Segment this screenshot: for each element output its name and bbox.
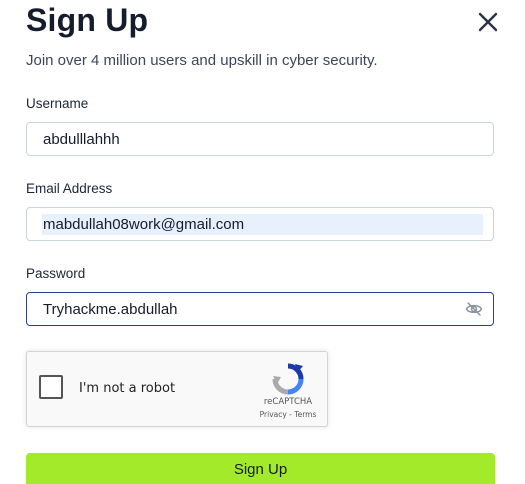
eye-slash-icon[interactable]: [465, 301, 483, 317]
email-label: Email Address: [26, 181, 113, 196]
signup-dialog: Sign Up Join over 4 million users and up…: [0, 0, 525, 484]
password-input[interactable]: [28, 294, 463, 324]
page-title: Sign Up: [26, 2, 149, 38]
close-icon[interactable]: [476, 10, 500, 34]
sign-up-button[interactable]: Sign Up: [26, 453, 495, 484]
recaptcha-privacy-terms-links[interactable]: Privacy - Terms: [249, 410, 327, 419]
recaptcha-logo-icon: [272, 363, 304, 395]
recaptcha-checkbox[interactable]: [39, 375, 63, 399]
username-field-box: [26, 122, 494, 156]
username-input[interactable]: [28, 124, 463, 154]
email-field-box: [26, 207, 494, 241]
recaptcha-label: I'm not a robot: [79, 381, 176, 396]
email-input[interactable]: [28, 209, 463, 239]
password-field-box: [26, 292, 494, 326]
password-label: Password: [26, 266, 86, 281]
page-subtitle: Join over 4 million users and upskill in…: [26, 52, 378, 69]
username-label: Username: [26, 96, 89, 111]
recaptcha-brand: reCAPTCHA: [263, 397, 313, 407]
recaptcha-widget: I'm not a robot reCAPTCHA Privacy - Term…: [26, 351, 328, 427]
